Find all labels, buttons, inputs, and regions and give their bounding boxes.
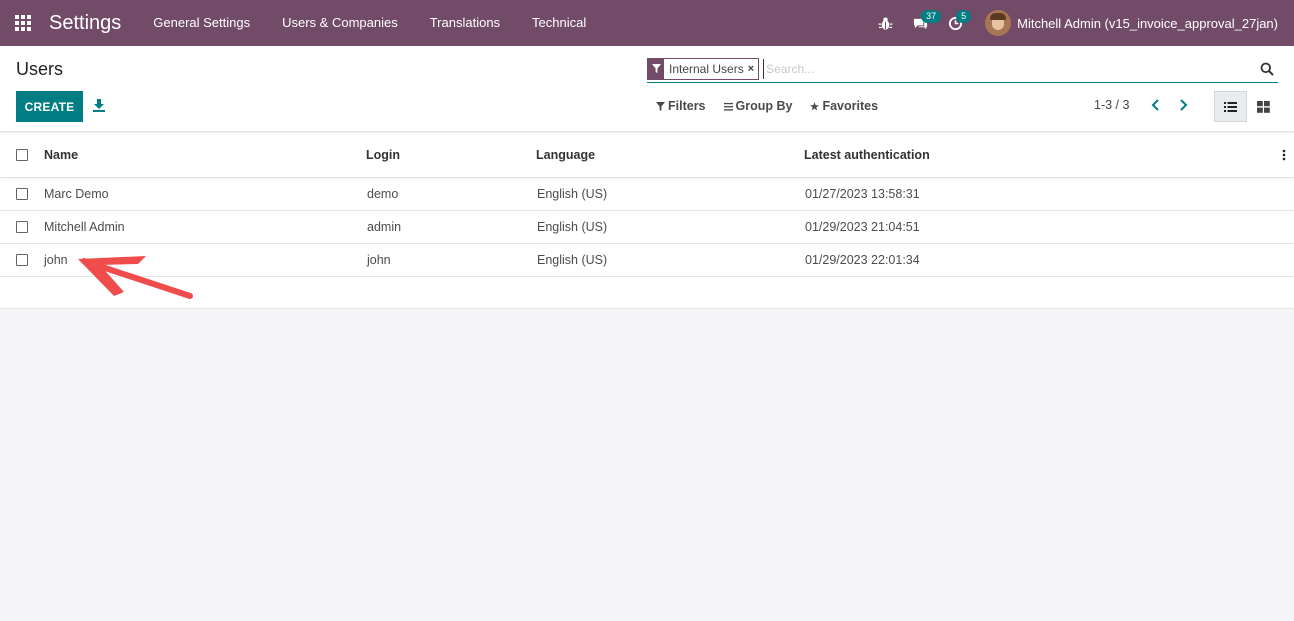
main-menu: General Settings Users & Companies Trans… (137, 0, 602, 46)
bug-icon (878, 17, 893, 30)
table-row[interactable]: Marc Demo demo English (US) 01/27/2023 1… (0, 178, 1294, 211)
filter-icon (648, 58, 664, 79)
grid-icon (1257, 100, 1270, 113)
search-facet[interactable]: Internal Users × (647, 57, 760, 80)
vertical-ellipsis-icon[interactable] (1282, 149, 1286, 161)
chevron-right-icon (1179, 99, 1187, 111)
apps-menu-icon[interactable] (0, 0, 46, 46)
menu-translations[interactable]: Translations (414, 0, 516, 46)
cell-language: English (US) (537, 253, 608, 267)
menu-technical[interactable]: Technical (516, 0, 602, 46)
list-header: Name Login Language Latest authenticatio… (0, 133, 1294, 178)
search-options: Filters Group By Favorites (656, 99, 896, 113)
filters-label: Filters (668, 99, 706, 113)
filter-icon (656, 101, 665, 111)
cell-latest-authentication: 01/29/2023 21:04:51 (805, 220, 920, 234)
cell-name: john (44, 253, 68, 267)
table-row[interactable]: Mitchell Admin admin English (US) 01/29/… (0, 211, 1294, 244)
kanban-view-button[interactable] (1247, 91, 1280, 122)
debug-button[interactable] (868, 0, 903, 46)
control-panel: Users CREATE Internal Users × Filters Gr… (0, 46, 1294, 132)
menu-general-settings[interactable]: General Settings (137, 0, 266, 46)
cell-name: Marc Demo (44, 187, 109, 201)
table-row[interactable]: john john English (US) 01/29/2023 22:01:… (0, 244, 1294, 277)
cell-name: Mitchell Admin (44, 220, 125, 234)
page-title: Users (16, 59, 64, 79)
activities-button[interactable]: 5 (938, 0, 973, 46)
favorites-toggle[interactable]: Favorites (810, 99, 878, 113)
facet-remove-icon[interactable]: × (748, 63, 758, 75)
menu-users-companies[interactable]: Users & Companies (266, 0, 414, 46)
searchbar: Internal Users × (647, 55, 1278, 83)
pager-next-button[interactable] (1176, 97, 1190, 113)
column-header-language[interactable]: Language (536, 148, 595, 162)
list-view-button[interactable] (1214, 91, 1247, 122)
user-name: Mitchell Admin (v15_invoice_approval_27j… (1017, 15, 1278, 31)
bars-icon (723, 102, 733, 111)
view-switcher (1214, 91, 1280, 122)
create-button[interactable]: CREATE (16, 91, 83, 122)
select-all-checkbox[interactable] (16, 149, 28, 161)
empty-row (0, 277, 1294, 309)
column-header-latest-authentication[interactable]: Latest authentication (804, 148, 930, 162)
app-title[interactable]: Settings (49, 12, 121, 35)
facet-label: Internal Users (669, 61, 744, 76)
cell-login: admin (367, 220, 402, 234)
row-checkbox[interactable] (16, 188, 28, 200)
cell-login: john (367, 253, 391, 267)
pager-previous-button[interactable] (1148, 97, 1162, 113)
favorites-label: Favorites (822, 99, 879, 113)
activities-badge: 5 (956, 10, 972, 23)
column-header-name[interactable]: Name (44, 148, 78, 162)
chevron-left-icon (1151, 99, 1159, 111)
cell-latest-authentication: 01/27/2023 13:58:31 (805, 187, 920, 201)
top-navbar: Settings General Settings Users & Compan… (0, 0, 1294, 46)
group-by-label: Group By (735, 99, 793, 113)
pager-value[interactable]: 1-3 / 3 (1094, 98, 1129, 112)
row-checkbox[interactable] (16, 221, 28, 233)
messages-button[interactable]: 37 (903, 0, 942, 46)
search-icon[interactable] (1260, 62, 1274, 76)
avatar (985, 10, 1012, 36)
column-header-login[interactable]: Login (366, 148, 400, 162)
filters-toggle[interactable]: Filters (656, 99, 706, 113)
cell-latest-authentication: 01/29/2023 22:01:34 (805, 253, 920, 267)
group-by-toggle[interactable]: Group By (723, 99, 793, 113)
cell-language: English (US) (537, 187, 608, 201)
cell-login: demo (367, 187, 399, 201)
star-icon (810, 101, 820, 111)
user-menu[interactable]: Mitchell Admin (v15_invoice_approval_27j… (973, 0, 1294, 46)
systray: 37 5 Mitchell Admin (v15_invoice_approva… (868, 0, 1294, 46)
row-checkbox[interactable] (16, 254, 28, 266)
search-input[interactable] (763, 58, 1260, 79)
cell-language: English (US) (537, 220, 608, 234)
list-icon (1224, 101, 1237, 112)
download-icon[interactable] (92, 98, 106, 112)
users-list: Name Login Language Latest authenticatio… (0, 133, 1294, 309)
